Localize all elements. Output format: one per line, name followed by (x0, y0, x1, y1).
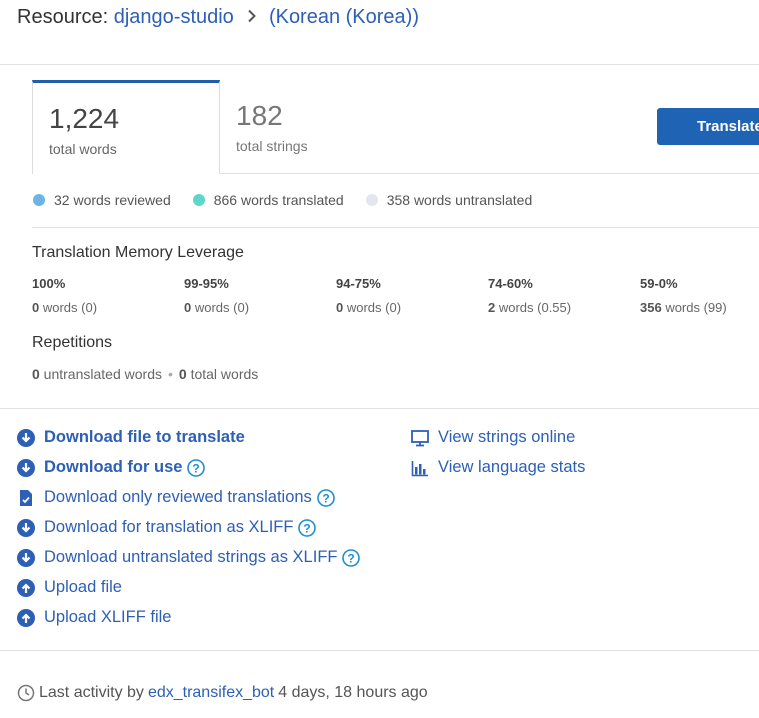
svg-text:?: ? (348, 551, 355, 565)
help-icon[interactable]: ? (342, 548, 361, 567)
last-activity-user-link[interactable]: edx_transifex_bot (148, 684, 274, 702)
last-activity-prefix: Last activity by (39, 684, 144, 701)
download-xliff-link[interactable]: Download for translation as XLIFF ? (17, 518, 317, 537)
divider (0, 408, 759, 409)
download-for-use-link[interactable]: Download for use ? (17, 458, 206, 477)
last-activity: Last activity by edx_transifex_bot 4 day… (17, 684, 428, 702)
view-strings-online-link[interactable]: View strings online (411, 428, 575, 447)
link-label: Download file to translate (44, 428, 245, 446)
svg-text:?: ? (193, 461, 200, 475)
divider (32, 227, 759, 228)
link-label: View language stats (438, 458, 586, 476)
leverage-pct: 74-60% (488, 276, 533, 291)
help-icon[interactable]: ? (317, 488, 335, 507)
download-untranslated-xliff-link[interactable]: Download untranslated strings as XLIFF ? (17, 548, 361, 567)
legend-translated-label: 866 words translated (213, 192, 344, 208)
leverage-value: 0 words (0) (336, 300, 402, 315)
leverage-value: 356 words (99) (640, 300, 727, 315)
leverage-col-59-0: 59-0% 356 words (99) (640, 276, 759, 315)
legend-reviewed-label: 32 words reviewed (54, 192, 171, 208)
tab-total-strings[interactable]: 182 total strings (236, 100, 308, 154)
divider (0, 64, 759, 65)
bar-chart-icon (411, 459, 429, 477)
leverage-col-94-75: 94-75% 0 words (0) (336, 276, 486, 315)
file-check-icon (17, 489, 35, 507)
link-label: Download for translation as XLIFF (44, 518, 294, 536)
tabs-divider (220, 173, 759, 174)
download-circle-icon (17, 548, 35, 567)
leverage-col-99-95: 99-95% 0 words (0) (184, 276, 334, 315)
progress-legend: 32 words reviewed 866 words translated 3… (33, 192, 554, 208)
download-reviewed-link[interactable]: Download only reviewed translations ? (17, 488, 335, 507)
upload-xliff-link[interactable]: Upload XLIFF file (17, 608, 171, 627)
legend-untranslated-label: 358 words untranslated (386, 192, 533, 208)
link-label: View strings online (438, 428, 576, 446)
view-language-stats-link[interactable]: View language stats (411, 458, 585, 477)
total-strings-number: 182 (236, 100, 283, 131)
help-icon[interactable]: ? (187, 458, 206, 477)
reviewed-dot (33, 194, 45, 206)
leverage-pct: 100% (32, 276, 66, 291)
chevron-right-icon (247, 6, 257, 29)
translated-dot (192, 194, 205, 206)
leverage-pct: 59-0% (640, 276, 678, 291)
tab-total-words[interactable]: 1,224 total words (32, 80, 220, 174)
untranslated-dot (365, 194, 378, 206)
divider (0, 650, 759, 651)
link-label: Upload file (44, 578, 122, 596)
download-file-to-translate-link[interactable]: Download file to translate (17, 428, 245, 447)
help-icon[interactable]: ? (298, 518, 317, 537)
repetitions-values: 0 untranslated words • 0 total words (32, 366, 259, 382)
total-strings-label: total strings (236, 138, 308, 154)
last-activity-time: 4 days, 18 hours ago (278, 684, 428, 701)
link-label: Download for use (44, 458, 183, 476)
monitor-icon (411, 429, 429, 447)
link-label: Download only reviewed translations (44, 488, 312, 506)
leverage-value: 2 words (0.55) (488, 300, 572, 315)
leverage-value: 0 words (0) (32, 300, 98, 315)
svg-text:?: ? (304, 521, 311, 535)
link-label: Upload XLIFF file (44, 608, 172, 626)
leverage-col-100: 100% 0 words (0) (32, 276, 182, 315)
upload-file-link[interactable]: Upload file (17, 578, 122, 597)
leverage-pct: 94-75% (336, 276, 381, 291)
clock-icon (17, 684, 35, 702)
repetitions-title: Repetitions (32, 334, 113, 351)
link-label: Download untranslated strings as XLIFF (44, 548, 338, 566)
breadcrumb-prefix: Resource: (17, 6, 109, 28)
language-link[interactable]: (Korean (Korea)) (269, 6, 419, 28)
resource-link[interactable]: django-studio (114, 6, 234, 28)
leverage-col-74-60: 74-60% 2 words (0.55) (488, 276, 638, 315)
download-circle-icon (17, 428, 35, 447)
legend-translated: 866 words translated (192, 192, 344, 208)
tm-leverage-title: Translation Memory Leverage (32, 244, 244, 261)
breadcrumb: Resource: django-studio (Korean (Korea)) (17, 6, 419, 29)
leverage-value: 0 words (0) (184, 300, 250, 315)
legend-reviewed: 32 words reviewed (33, 192, 171, 208)
total-words-label: total words (49, 141, 117, 157)
legend-untranslated: 358 words untranslated (365, 192, 533, 208)
upload-circle-icon (17, 608, 35, 627)
translate-button[interactable]: Translate (657, 108, 759, 145)
leverage-pct: 99-95% (184, 276, 229, 291)
total-words-number: 1,224 (49, 103, 120, 134)
upload-circle-icon (17, 578, 35, 597)
svg-text:?: ? (322, 491, 329, 505)
download-circle-icon (17, 518, 35, 537)
download-circle-icon (17, 458, 35, 477)
